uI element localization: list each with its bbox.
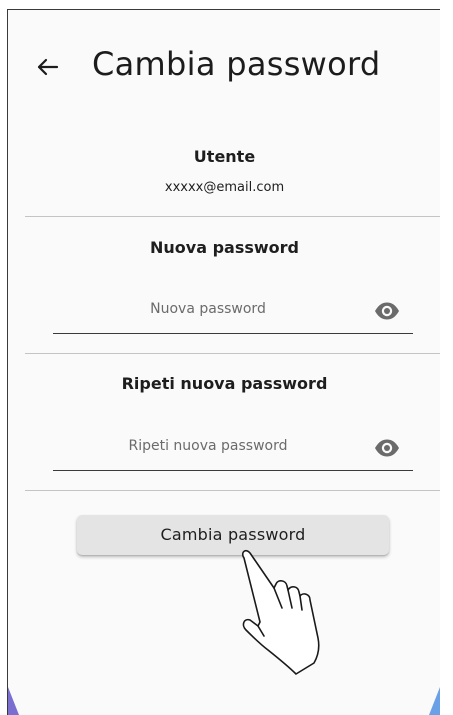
hand-pointer-icon <box>241 550 320 675</box>
corner-decoration <box>8 687 19 715</box>
divider <box>25 490 440 491</box>
new-password-field <box>53 290 413 334</box>
show-password-toggle[interactable] <box>373 297 401 325</box>
show-repeat-password-toggle[interactable] <box>373 434 401 462</box>
change-password-button[interactable]: Cambia password <box>77 515 389 555</box>
back-button[interactable] <box>30 50 64 84</box>
page-title: Cambia password <box>92 45 381 83</box>
new-password-input[interactable] <box>53 290 363 328</box>
user-email: xxxxx@email.com <box>164 180 285 195</box>
corner-decoration <box>429 687 440 715</box>
divider <box>25 353 440 354</box>
arrow-left-icon <box>37 58 59 76</box>
user-heading: Utente <box>193 147 256 166</box>
app-screen: Cambia password Utente xxxxx@email.com N… <box>7 9 440 715</box>
eye-icon <box>375 439 399 457</box>
new-password-heading: Nuova password <box>150 238 299 257</box>
divider <box>25 216 440 217</box>
repeat-password-input[interactable] <box>53 427 363 465</box>
repeat-password-field <box>53 427 413 471</box>
repeat-password-heading: Ripeti nuova password <box>121 374 328 393</box>
eye-icon <box>375 302 399 320</box>
